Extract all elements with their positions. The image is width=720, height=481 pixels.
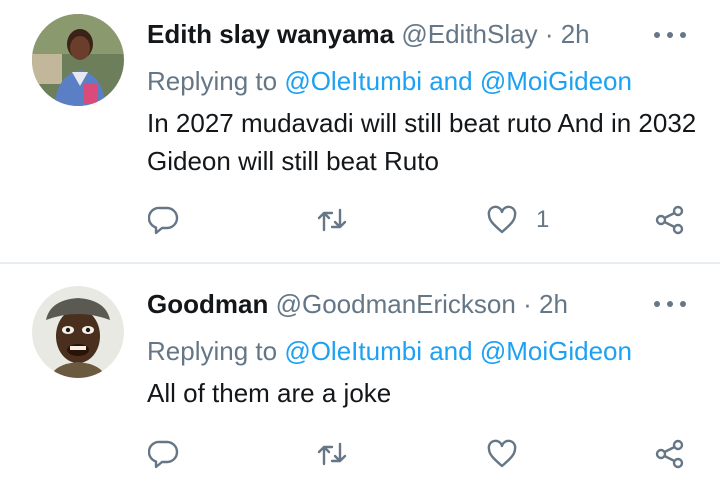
reply-button[interactable] [148,434,180,474]
replying-to: Replying to @OleItumbi and @MoiGideon [147,335,632,367]
retweet-button[interactable] [316,200,348,240]
tweet-text: In 2027 mudavadi will still beat ruto An… [147,108,697,176]
avatar-image [32,286,124,378]
replying-prefix: Replying to [147,336,278,366]
timestamp[interactable]: 2h [539,289,568,319]
time-separator: · [523,289,532,319]
replying-joiner: and [429,336,473,366]
handle[interactable]: @GoodmanErickson [276,289,516,319]
replying-prefix: Replying to [147,66,278,96]
replying-to: Replying to @OleItumbi and @MoiGideon [147,65,632,97]
timestamp[interactable]: 2h [561,19,590,49]
replying-joiner: and [429,66,473,96]
time-separator: · [544,19,554,49]
tweet-actions [0,434,720,474]
share-icon [655,439,684,469]
mention-link[interactable]: @MoiGideon [480,336,632,366]
more-icon[interactable] [654,294,686,314]
share-icon [655,205,684,235]
handle[interactable]: @EdithSlay [401,19,537,49]
retweet-icon [317,208,347,232]
tweet-header: Goodman @GoodmanErickson · 2h [147,288,620,320]
mention-link[interactable]: @OleItumbi [284,336,422,366]
like-button[interactable]: 1 [486,200,549,240]
reply-button[interactable] [148,200,180,240]
avatar[interactable] [32,14,124,106]
display-name[interactable]: Edith slay wanyama [147,19,394,49]
tweet-reply-2[interactable]: Goodman @GoodmanErickson · 2h Replying t… [0,264,720,481]
like-button[interactable] [486,434,518,474]
reply-icon [148,206,179,235]
avatar-image [32,14,124,106]
display-name[interactable]: Goodman [147,289,268,319]
retweet-button[interactable] [316,434,348,474]
tweet-reply-1[interactable]: Edith slay wanyama @EdithSlay · 2h Reply… [0,0,720,262]
reply-icon [148,440,179,469]
heart-icon [487,439,517,468]
tweet-text: All of them are a joke [147,378,392,408]
share-button[interactable] [654,434,686,474]
more-icon[interactable] [654,25,686,45]
mention-link[interactable]: @MoiGideon [480,66,632,96]
like-count: 1 [536,206,550,233]
heart-icon [487,205,517,234]
share-button[interactable] [654,200,686,240]
tweet-actions: 1 [0,200,720,240]
retweet-icon [317,442,347,466]
mention-link[interactable]: @OleItumbi [284,66,422,96]
tweet-header: Edith slay wanyama @EdithSlay · 2h [147,18,620,50]
avatar[interactable] [32,286,124,378]
